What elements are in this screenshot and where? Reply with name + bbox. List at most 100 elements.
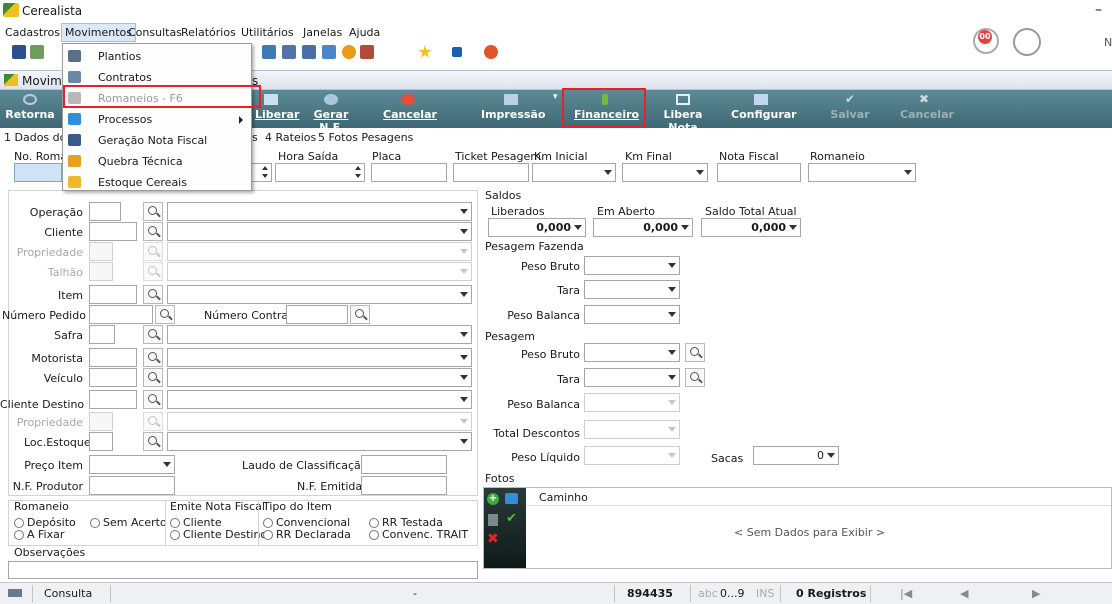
first-record-icon[interactable]: |◀ [900, 587, 912, 600]
nota-fiscal-input[interactable] [717, 163, 801, 182]
talhao-code-input[interactable] [89, 262, 113, 281]
rr-testada-radio[interactable] [369, 518, 379, 528]
nf-emitida-input[interactable] [361, 476, 447, 495]
operacao-select[interactable] [167, 202, 472, 221]
menu-item-processos[interactable]: Processos [63, 109, 251, 130]
hora-saida-input[interactable] [275, 163, 365, 182]
window-icon[interactable] [452, 47, 462, 57]
no-romaneio-input[interactable] [14, 163, 62, 182]
propriedade-destino-select[interactable] [167, 412, 472, 431]
users-icon[interactable] [30, 45, 44, 59]
talhao-select[interactable] [167, 262, 472, 281]
tab-3-tail[interactable]: s [252, 131, 258, 144]
cancelar-button[interactable]: Cancelar [383, 92, 437, 126]
talhao-search-icon[interactable] [143, 262, 163, 281]
grid-icon[interactable] [282, 45, 296, 59]
peso-bruto-search-icon[interactable] [685, 343, 705, 362]
camera-icon[interactable] [505, 493, 518, 504]
km-inicial-input[interactable] [532, 163, 616, 182]
menu-relatorios[interactable]: Relatórios [181, 26, 236, 39]
peso-balanca-select[interactable] [584, 393, 680, 412]
motorista-code-input[interactable] [89, 348, 137, 367]
menu-consultas[interactable]: Consultas [128, 26, 182, 39]
deposito-radio[interactable] [14, 518, 24, 528]
total-descontos-select[interactable] [584, 420, 680, 439]
propriedade-code-input[interactable] [89, 242, 113, 261]
tab-rateios[interactable]: 4 Rateios [265, 131, 316, 144]
item-select[interactable] [167, 285, 472, 304]
impressao-button[interactable]: Impressão [481, 92, 545, 126]
veiculo-search-icon[interactable] [143, 368, 163, 387]
observacoes-textarea[interactable] [8, 561, 478, 579]
cliente-search-icon[interactable] [143, 222, 163, 241]
report-icon[interactable] [322, 45, 336, 59]
donut-icon[interactable] [342, 45, 356, 59]
pf-peso-bruto-select[interactable] [584, 256, 680, 275]
emite-cliente-radio[interactable] [170, 518, 180, 528]
operacao-code-input[interactable] [89, 202, 121, 221]
convenc-trait-radio[interactable] [369, 530, 379, 540]
cliente-select[interactable] [167, 222, 472, 241]
ticket-pesagem-input[interactable] [453, 163, 529, 182]
cliente-destino-code-input[interactable] [89, 390, 137, 409]
calendar-icon[interactable] [302, 45, 316, 59]
menu-item-geracao-nf[interactable]: Geração Nota Fiscal [63, 130, 251, 151]
motorista-select[interactable] [167, 348, 472, 367]
prev-record-icon[interactable]: ◀ [960, 587, 968, 600]
gerar-nf-button[interactable]: Gerar N.F. [302, 92, 360, 134]
cancelar-disabled-button[interactable]: ✖ Cancelar [900, 92, 954, 126]
menu-ajuda[interactable]: Ajuda [349, 26, 380, 39]
menu-item-quebra-tecnica[interactable]: Quebra Técnica [63, 151, 251, 172]
laudo-input[interactable] [361, 455, 447, 474]
menu-item-estoque-cereais[interactable]: Estoque Cereais [63, 172, 251, 193]
tab-dados[interactable]: 1 Dados do [4, 131, 66, 144]
propriedade-destino-search-icon[interactable] [143, 412, 163, 431]
item-search-icon[interactable] [143, 285, 163, 304]
safra-select[interactable] [167, 325, 472, 344]
pf-tara-select[interactable] [584, 280, 680, 299]
cliente-destino-select[interactable] [167, 390, 472, 409]
veiculo-select[interactable] [167, 368, 472, 387]
save-icon[interactable] [12, 45, 26, 59]
libera-nota-button[interactable]: Libera Nota [651, 92, 715, 134]
sacas-value[interactable]: 0 [753, 446, 839, 465]
motorista-search-icon[interactable] [143, 348, 163, 367]
next-record-icon[interactable]: ▶ [1032, 587, 1040, 600]
salvar-button[interactable]: ✔ Salvar [830, 92, 870, 126]
preco-item-select[interactable] [89, 455, 175, 474]
peso-bruto-select[interactable] [584, 343, 680, 362]
power-icon[interactable] [484, 45, 498, 59]
menu-cadastros[interactable]: Cadastros [5, 26, 60, 39]
tara-search-icon[interactable] [685, 368, 705, 387]
menu-movimentos[interactable]: Movimentos [60, 23, 137, 42]
loc-estoque-search-icon[interactable] [143, 432, 163, 451]
minimize-icon[interactable]: – [1095, 2, 1102, 18]
nf-produtor-input[interactable] [89, 476, 175, 495]
em-aberto-value[interactable]: 0,000 [593, 218, 693, 237]
operacao-search-icon[interactable] [143, 202, 163, 221]
star-icon[interactable] [418, 45, 432, 58]
menu-utilitarios[interactable]: Utilitários [241, 26, 294, 39]
numero-contrato-search-icon[interactable] [350, 305, 370, 324]
loc-estoque-code-input[interactable] [89, 432, 113, 451]
trash-icon[interactable] [488, 514, 498, 526]
propriedade-select[interactable] [167, 242, 472, 261]
peso-liquido-select[interactable] [584, 446, 680, 465]
add-icon[interactable]: + [487, 493, 499, 505]
placa-input[interactable] [371, 163, 447, 182]
safra-code-input[interactable] [89, 325, 115, 344]
delete-icon[interactable]: ✖ [487, 531, 499, 547]
item-code-input[interactable] [89, 285, 137, 304]
rr-declarada-radio[interactable] [263, 530, 273, 540]
configurar-button[interactable]: Configurar [731, 92, 797, 126]
propriedade-destino-code-input[interactable] [89, 412, 113, 431]
tara-select[interactable] [584, 368, 680, 387]
pf-peso-balanca-select[interactable] [584, 305, 680, 324]
romaneio-select[interactable] [808, 163, 916, 182]
hora-entrada-spinner[interactable] [250, 163, 272, 182]
cliente-destino-search-icon[interactable] [143, 390, 163, 409]
user-avatar-icon[interactable] [1013, 28, 1041, 56]
numero-contrato-input[interactable] [286, 305, 348, 324]
numero-pedido-search-icon[interactable] [155, 305, 175, 324]
retornar-button[interactable]: Retorna [2, 92, 58, 126]
